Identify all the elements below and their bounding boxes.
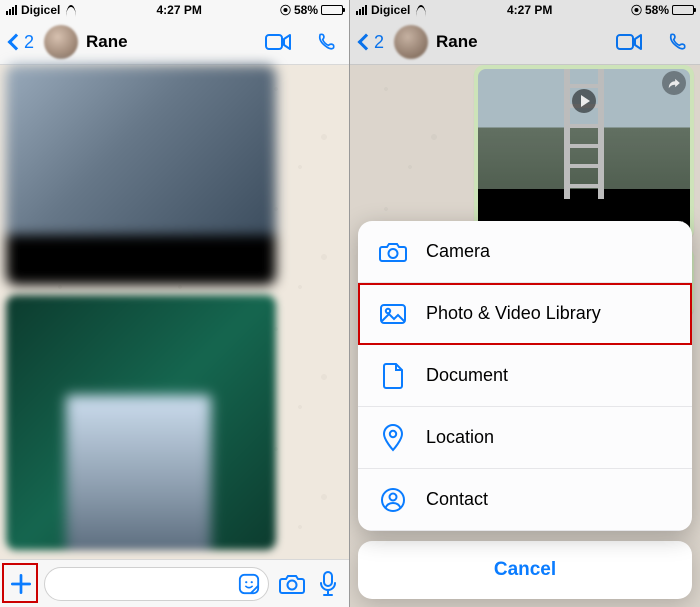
mic-button[interactable] (315, 573, 341, 595)
location-icon (378, 424, 408, 452)
chat-header: 2 Rane (0, 20, 349, 65)
sticker-button[interactable] (238, 573, 260, 595)
status-time: 4:27 PM (156, 3, 201, 17)
contact-icon (378, 487, 408, 513)
input-bar (0, 559, 349, 607)
back-count: 2 (24, 32, 34, 53)
photo-icon (378, 302, 408, 326)
status-bar: Digicel 4:27 PM ⦿ 58% (0, 0, 349, 20)
battery-icon (321, 5, 343, 15)
phone-right: Digicel 4:27 PM ⦿ 58% 2 Rane (350, 0, 700, 607)
attachment-action-sheet: Camera Photo & Video Library Document Lo… (358, 221, 692, 599)
sheet-item-contact[interactable]: Contact (358, 469, 692, 531)
contact-avatar[interactable] (44, 25, 78, 59)
battery-percent: 58% (294, 3, 318, 17)
sheet-item-label: Photo & Video Library (426, 303, 601, 324)
sheet-item-document[interactable]: Document (358, 345, 692, 407)
phone-left: Digicel 4:27 PM ⦿ 58% 2 Rane (0, 0, 350, 607)
sheet-item-location[interactable]: Location (358, 407, 692, 469)
alarm-icon: ⦿ (280, 2, 291, 18)
wifi-icon (64, 5, 78, 15)
camera-button[interactable] (279, 573, 305, 595)
camera-icon (378, 240, 408, 264)
chat-area[interactable] (0, 65, 349, 559)
cancel-button[interactable]: Cancel (358, 541, 692, 599)
message-input[interactable] (44, 567, 269, 601)
cancel-label: Cancel (494, 559, 556, 581)
document-icon (378, 362, 408, 390)
back-button[interactable]: 2 (10, 32, 34, 53)
sheet-item-photo-video-library[interactable]: Photo & Video Library (358, 283, 692, 345)
sheet-item-label: Location (426, 427, 494, 448)
chevron-left-icon (8, 34, 25, 51)
carrier-label: Digicel (21, 3, 60, 17)
received-image-message[interactable] (6, 65, 276, 285)
video-call-button[interactable] (265, 32, 291, 52)
received-image-message[interactable] (6, 295, 276, 550)
contact-name[interactable]: Rane (86, 32, 257, 52)
signal-bars-icon (6, 5, 17, 15)
attach-button[interactable] (8, 571, 34, 597)
voice-call-button[interactable] (313, 32, 339, 52)
sheet-item-camera[interactable]: Camera (358, 221, 692, 283)
sheet-item-label: Camera (426, 241, 490, 262)
sheet-item-label: Document (426, 365, 508, 386)
sheet-item-label: Contact (426, 489, 488, 510)
